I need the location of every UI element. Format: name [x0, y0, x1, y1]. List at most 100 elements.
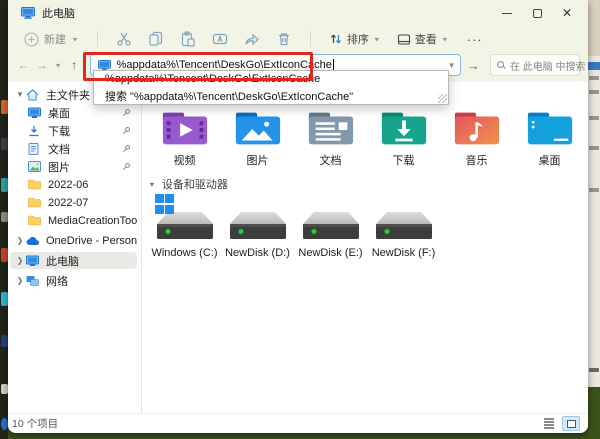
sidebar-item-desktop[interactable]: 桌面	[10, 104, 137, 121]
onedrive-cloud-icon	[26, 234, 40, 247]
sidebar-item-downloads[interactable]: 下载	[10, 122, 137, 139]
sidebar-item-label: 桌面	[48, 105, 70, 121]
desktop-folder-icon	[525, 109, 575, 149]
folder-tile-documents[interactable]: 文档	[294, 109, 367, 168]
back-button[interactable]: ←	[14, 54, 33, 76]
picture-icon	[28, 160, 42, 173]
downloads-folder-icon	[379, 109, 429, 149]
new-button[interactable]: 新建 ▼	[18, 28, 85, 50]
pictures-folder-icon	[233, 109, 283, 149]
sidebar-item-folder-2022-07[interactable]: 2022-07	[10, 194, 137, 211]
drive-tile-label: Windows (C:)	[151, 247, 217, 259]
recent-locations-button[interactable]: ▼	[51, 56, 65, 74]
drive-tile-e[interactable]: NewDisk (E:)	[294, 202, 367, 259]
maximize-button[interactable]	[522, 0, 552, 26]
sidebar-item-folder-2022-06[interactable]: 2022-06	[10, 176, 137, 193]
drive-tile-label: NewDisk (F:)	[372, 247, 436, 259]
flyout-resize-grip[interactable]	[438, 94, 447, 103]
share-button[interactable]	[238, 28, 266, 50]
search-input[interactable]: 在 此电脑 中搜索	[490, 54, 580, 76]
paste-button[interactable]	[174, 28, 202, 50]
expander-icon[interactable]: ▼	[14, 90, 26, 99]
sort-icon	[329, 32, 343, 46]
folder-tile-label: 桌面	[539, 152, 561, 168]
delete-button[interactable]	[270, 28, 298, 50]
go-to-button[interactable]: →	[461, 54, 487, 76]
drive-tile-d[interactable]: NewDisk (D:)	[221, 202, 294, 259]
window-title: 此电脑	[42, 5, 75, 21]
folder-tile-desktop[interactable]: 桌面	[513, 109, 586, 168]
sidebar-item-label: 2022-06	[48, 179, 88, 191]
sidebar-item-network[interactable]: ❯ 网络	[10, 272, 137, 289]
expander-icon[interactable]: ❯	[14, 236, 26, 245]
drive-tile-f[interactable]: NewDisk (F:)	[367, 202, 440, 259]
minimize-button[interactable]	[492, 0, 522, 26]
home-icon	[26, 88, 40, 101]
forward-button[interactable]: →	[33, 54, 52, 76]
pin-icon	[122, 158, 131, 176]
toolbar-divider	[97, 31, 98, 47]
view-button-label: 查看	[415, 31, 437, 47]
annotation-highlight-box	[83, 52, 313, 81]
folder-tile-pictures[interactable]: 图片	[221, 109, 294, 168]
suggestion-search[interactable]: 搜索 "%appdata%\Tencent\DeskGo\ExtIconCach…	[94, 87, 448, 104]
rename-icon	[212, 31, 228, 47]
folder-tile-videos[interactable]: 视频	[148, 109, 221, 168]
folder-tile-label: 图片	[247, 152, 269, 168]
address-dropdown-chevron[interactable]: ▼	[448, 61, 456, 70]
chevron-down-icon: ▼	[71, 35, 79, 42]
windows-logo-icon	[155, 194, 176, 215]
search-icon	[497, 61, 505, 69]
more-options-button[interactable]: ···	[459, 32, 491, 47]
trash-icon	[276, 31, 292, 47]
desktop-right-sliver	[588, 0, 600, 439]
folder-icon	[28, 196, 42, 209]
cut-button[interactable]	[110, 28, 138, 50]
rename-button[interactable]	[206, 28, 234, 50]
large-icons-view-button[interactable]	[562, 416, 580, 431]
view-icon	[397, 33, 411, 46]
desktop-left-sliver	[0, 0, 8, 439]
sidebar-item-this-pc[interactable]: ❯ 此电脑	[10, 252, 137, 269]
window-body: ▼ 主文件夹 桌面	[8, 82, 588, 413]
plus-circle-icon	[24, 32, 39, 47]
videos-folder-icon	[160, 109, 210, 149]
folder-tile-music[interactable]: 音乐	[440, 109, 513, 168]
desktop-icon	[28, 106, 42, 119]
details-view-button[interactable]	[540, 416, 558, 431]
folder-tile-label: 音乐	[466, 152, 488, 168]
expander-icon[interactable]: ❯	[14, 256, 26, 265]
drive-tile-label: NewDisk (D:)	[225, 247, 290, 259]
pin-icon	[122, 104, 131, 122]
folder-icon	[28, 214, 42, 227]
sidebar-item-folder-mediacreationtool[interactable]: MediaCreationTool.bat-main	[10, 212, 137, 229]
folder-tile-label: 文档	[320, 152, 342, 168]
section-label: 设备和驱动器	[162, 176, 228, 192]
title-bar[interactable]: 此电脑 ✕	[8, 0, 588, 26]
folder-tile-downloads[interactable]: 下载	[367, 109, 440, 168]
chevron-down-icon: ▼	[441, 35, 449, 42]
sidebar-item-pictures[interactable]: 图片	[10, 158, 137, 175]
view-button[interactable]: 查看 ▼	[391, 28, 455, 50]
screen: 此电脑 ✕ 新建 ▼	[0, 0, 600, 439]
copy-button[interactable]	[142, 28, 170, 50]
up-button[interactable]: ↑	[65, 54, 84, 76]
details-view-icon	[544, 418, 554, 429]
sidebar-item-onedrive[interactable]: ❯ OneDrive - Personal	[10, 232, 137, 249]
sidebar-item-documents[interactable]: 文档	[10, 140, 137, 157]
expander-icon[interactable]: ❯	[14, 276, 26, 285]
drive-tile-c[interactable]: Windows (C:)	[148, 202, 221, 259]
devices-and-drives-header[interactable]: ▼ 设备和驱动器	[148, 176, 588, 192]
sidebar-item-label: 此电脑	[46, 253, 79, 269]
sidebar-item-label: MediaCreationTool.bat-main	[48, 215, 137, 227]
sort-button[interactable]: 排序 ▼	[323, 28, 387, 50]
section-collapse-icon[interactable]: ▼	[148, 180, 156, 187]
share-icon	[244, 31, 260, 47]
command-toolbar: 新建 ▼	[8, 26, 588, 52]
close-button[interactable]: ✕	[552, 0, 582, 26]
network-icon	[26, 274, 40, 287]
navigation-pane: ▼ 主文件夹 桌面	[8, 82, 142, 413]
pin-icon	[122, 140, 131, 158]
items-count: 10 个项目	[12, 416, 58, 431]
toolbar-divider	[310, 31, 311, 47]
